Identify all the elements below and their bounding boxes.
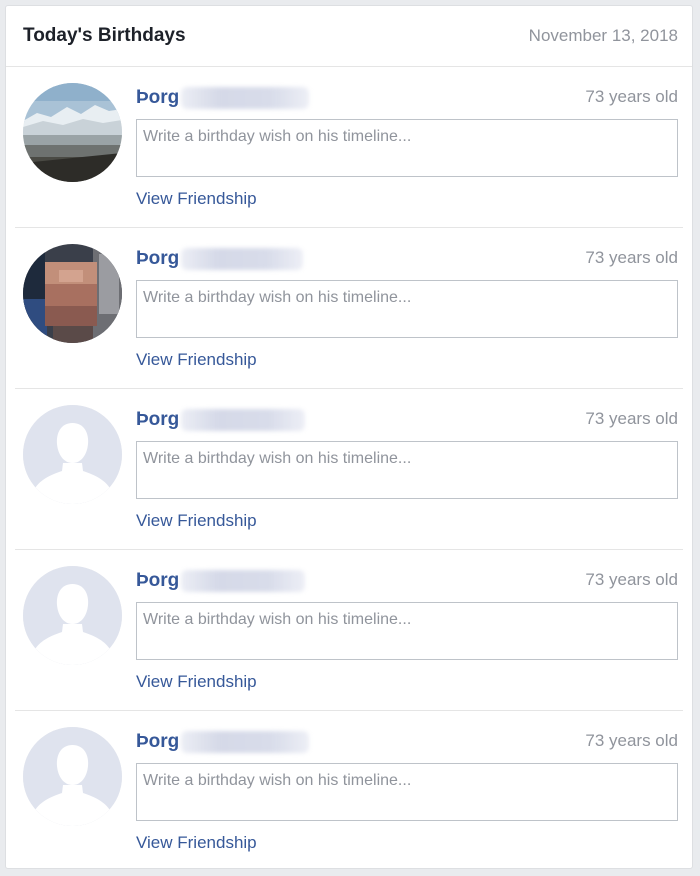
birthday-entry: Þorg 73 years old View Friendship	[6, 389, 692, 550]
avatar[interactable]	[23, 566, 122, 665]
birthday-wish-input[interactable]	[136, 763, 678, 821]
age-label: 73 years old	[585, 409, 678, 428]
default-silhouette-icon	[23, 566, 122, 665]
name-row: Þorg	[136, 729, 310, 755]
friend-name-link[interactable]: Þorg	[136, 87, 179, 109]
redacted-name	[181, 570, 306, 592]
avatar[interactable]	[23, 83, 122, 182]
birthday-wish-input[interactable]	[136, 441, 678, 499]
age-label: 73 years old	[585, 731, 678, 750]
friend-name-link[interactable]: Þorg	[136, 409, 179, 431]
view-friendship-link[interactable]: View Friendship	[136, 350, 257, 370]
friend-name-link[interactable]: Þorg	[136, 570, 179, 592]
default-silhouette-icon	[23, 727, 122, 826]
today-date: November 13, 2018	[528, 26, 678, 45]
birthday-wish-input[interactable]	[136, 280, 678, 338]
redacted-name	[181, 731, 310, 753]
avatar[interactable]	[23, 244, 122, 343]
birthday-wish-input[interactable]	[136, 119, 678, 177]
view-friendship-link[interactable]: View Friendship	[136, 511, 257, 531]
redacted-name	[181, 409, 306, 431]
redacted-name	[181, 87, 310, 109]
birthday-entry: Þorg 73 years old View Friendship	[6, 228, 692, 389]
name-row: Þorg	[136, 568, 306, 594]
birthday-entry: Þorg 73 years old View Friendship	[6, 711, 692, 872]
friend-name-link[interactable]: Þorg	[136, 248, 179, 270]
age-label: 73 years old	[585, 248, 678, 267]
redacted-name	[181, 248, 304, 270]
avatar[interactable]	[23, 405, 122, 504]
blurred-face-photo-icon	[23, 244, 122, 343]
avatar[interactable]	[23, 727, 122, 826]
view-friendship-link[interactable]: View Friendship	[136, 672, 257, 692]
panel-header: Today's Birthdays November 13, 2018	[6, 6, 692, 67]
age-label: 73 years old	[585, 87, 678, 106]
landscape-photo-icon	[23, 83, 122, 182]
view-friendship-link[interactable]: View Friendship	[136, 833, 257, 853]
birthday-wish-input[interactable]	[136, 602, 678, 660]
view-friendship-link[interactable]: View Friendship	[136, 189, 257, 209]
age-label: 73 years old	[585, 570, 678, 589]
name-row: Þorg	[136, 85, 310, 111]
default-silhouette-icon	[23, 405, 122, 504]
name-row: Þorg	[136, 407, 306, 433]
birthday-entry: Þorg 73 years old View Friendship	[6, 550, 692, 711]
name-row: Þorg	[136, 246, 304, 272]
birthdays-panel: Today's Birthdays November 13, 2018 Þorg…	[5, 5, 693, 869]
panel-title: Today's Birthdays	[23, 25, 186, 46]
friend-name-link[interactable]: Þorg	[136, 731, 179, 753]
birthday-entry: Þorg 73 years old View Friendship	[6, 67, 692, 228]
